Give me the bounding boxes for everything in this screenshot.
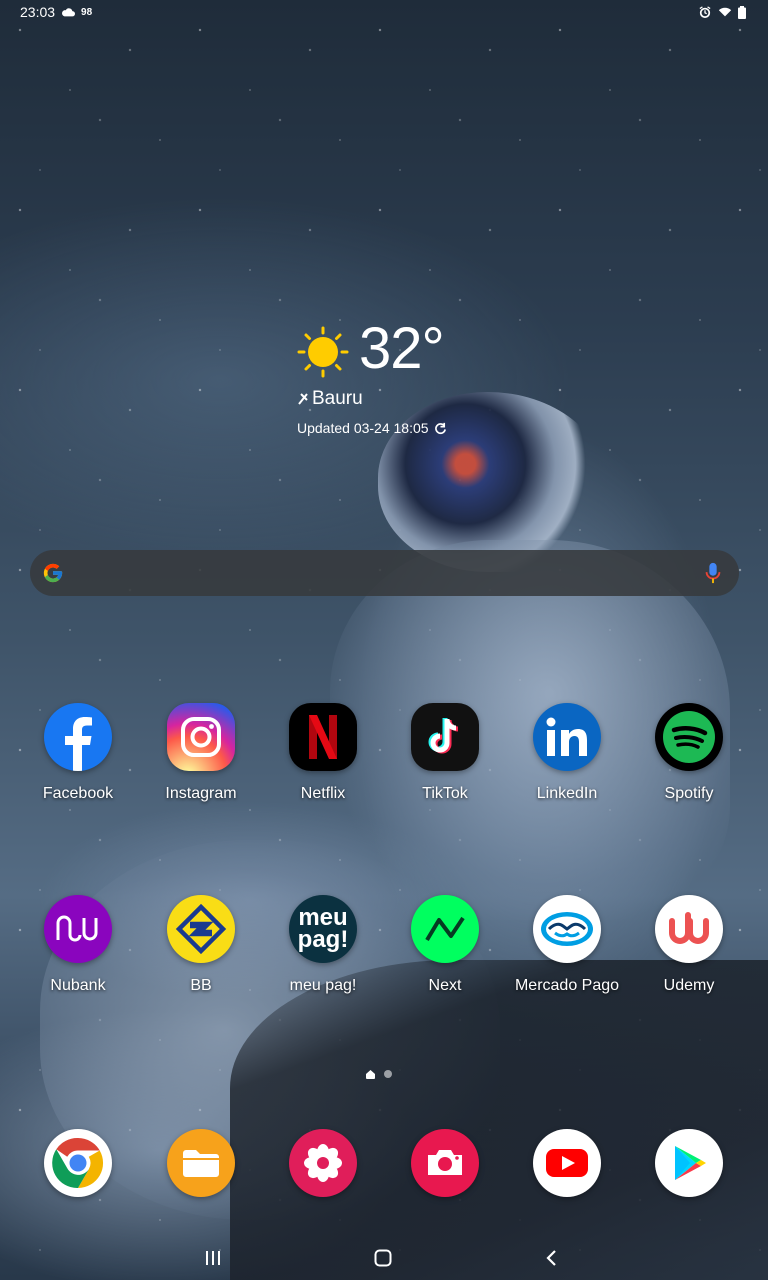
navigation-bar	[0, 1236, 768, 1280]
wifi-icon	[718, 7, 732, 17]
home-page-dot[interactable]	[366, 1070, 375, 1079]
alarm-icon	[699, 6, 711, 18]
page-indicator	[366, 1070, 392, 1079]
bb-icon	[167, 895, 235, 963]
app-netflix[interactable]: Netflix	[268, 703, 378, 803]
location-icon	[298, 393, 308, 405]
app-next[interactable]: Next	[390, 895, 500, 995]
app-mercado-pago[interactable]: Mercado Pago	[512, 895, 622, 995]
dock-files[interactable]	[146, 1129, 256, 1197]
back-icon[interactable]	[536, 1246, 566, 1270]
app-label: Netflix	[300, 785, 346, 802]
mercado-pago-icon	[533, 895, 601, 963]
dock-camera[interactable]	[390, 1129, 500, 1197]
app-udemy[interactable]: Udemy	[634, 895, 744, 995]
status-bar: 23:03 98	[0, 0, 768, 24]
city-name: Bauru	[312, 388, 363, 409]
netflix-icon	[289, 703, 357, 771]
weather-widget[interactable]: 32° Bauru Updated 03-24 18:05	[297, 318, 497, 443]
app-label: Instagram	[165, 785, 237, 802]
app-label: Nubank	[50, 977, 106, 994]
refresh-icon[interactable]	[434, 422, 447, 435]
app-label: meu pag!	[289, 977, 357, 994]
spotify-icon	[655, 703, 723, 771]
app-label: TikTok	[422, 785, 468, 802]
clock: 23:03	[20, 4, 56, 20]
wallpaper-rock	[230, 960, 768, 1280]
temperature: 32°	[359, 316, 445, 381]
weather-updated: Updated 03-24 18:05	[297, 420, 447, 436]
app-label: BB	[190, 977, 212, 994]
meu-pag-icon: meu pag!	[289, 895, 357, 963]
app-facebook[interactable]: Facebook	[23, 703, 133, 803]
wallpaper-stars	[0, 0, 768, 1280]
app-nubank[interactable]: Nubank	[23, 895, 133, 995]
dock-chrome[interactable]	[23, 1129, 133, 1197]
home-icon[interactable]	[368, 1246, 398, 1270]
dock-play-store[interactable]	[634, 1129, 744, 1197]
app-linkedin[interactable]: LinkedIn	[512, 703, 622, 803]
instagram-icon	[167, 703, 235, 771]
sun-icon	[297, 326, 349, 378]
play-store-icon	[655, 1129, 723, 1197]
linkedin-icon	[533, 703, 601, 771]
tiktok-icon	[411, 703, 479, 771]
app-label: Udemy	[663, 977, 715, 994]
app-label: Facebook	[42, 785, 114, 802]
next-icon	[411, 895, 479, 963]
app-bb[interactable]: BB	[146, 895, 256, 995]
battery-icon	[738, 5, 746, 19]
files-icon	[167, 1129, 235, 1197]
notification-count: 98	[81, 6, 93, 18]
gallery-icon	[289, 1129, 357, 1197]
app-meu-pag[interactable]: meu pag! meu pag!	[268, 895, 378, 995]
app-label: Mercado Pago	[514, 977, 620, 994]
app-label: Next	[428, 977, 462, 994]
app-spotify[interactable]: Spotify	[634, 703, 744, 803]
dock-gallery[interactable]	[268, 1129, 378, 1197]
weather-location: Bauru	[297, 388, 363, 410]
camera-icon	[411, 1129, 479, 1197]
chrome-icon	[44, 1129, 112, 1197]
recent-apps-icon[interactable]	[198, 1246, 228, 1270]
nubank-icon	[44, 895, 112, 963]
facebook-icon	[44, 703, 112, 771]
udemy-icon	[655, 895, 723, 963]
page-dot[interactable]	[384, 1070, 392, 1078]
app-instagram[interactable]: Instagram	[146, 703, 256, 803]
icon-text: pag!	[297, 926, 349, 953]
app-label: Spotify	[664, 785, 714, 802]
app-label: LinkedIn	[536, 785, 598, 802]
cloud-icon	[62, 8, 76, 17]
updated-text: Updated 03-24 18:05	[297, 420, 429, 436]
dock-youtube[interactable]	[512, 1129, 622, 1197]
app-tiktok[interactable]: TikTok	[390, 703, 500, 803]
google-search-bar[interactable]	[30, 550, 739, 596]
microphone-icon[interactable]	[705, 562, 721, 584]
google-g-icon	[43, 563, 63, 583]
youtube-icon	[533, 1129, 601, 1197]
